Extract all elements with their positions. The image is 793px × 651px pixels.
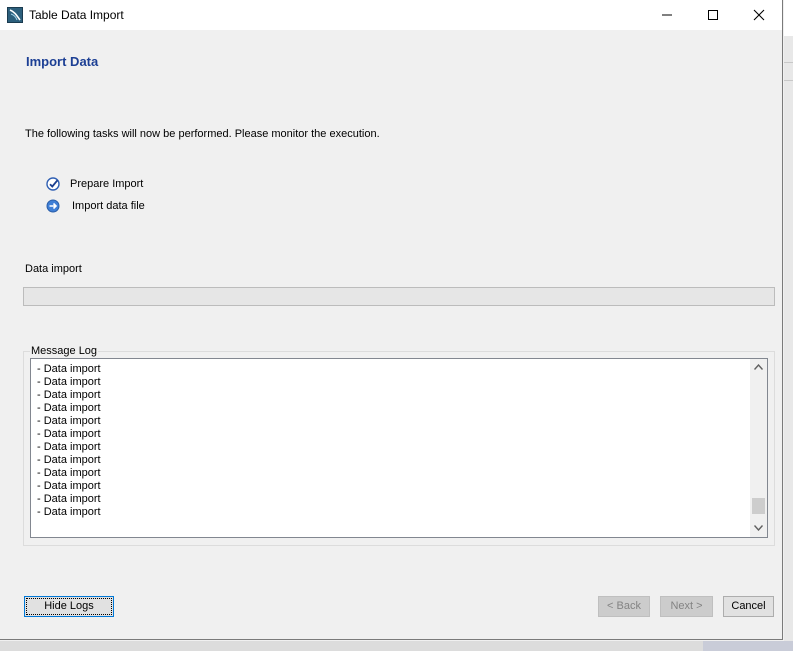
background-taskbar-edge	[0, 641, 793, 651]
log-line: - Data import	[37, 441, 101, 453]
log-line: - Data import	[37, 402, 101, 414]
page-description: The following tasks will now be performe…	[25, 128, 380, 140]
minimize-icon	[662, 14, 672, 16]
log-line: - Data import	[37, 467, 101, 479]
window-title: Table Data Import	[29, 8, 124, 22]
task-label: Prepare Import	[70, 178, 144, 190]
log-line: - Data import	[37, 428, 101, 440]
scroll-up-button[interactable]	[750, 359, 767, 376]
back-button[interactable]: < Back	[598, 596, 650, 617]
title-bar: Table Data Import	[0, 0, 782, 30]
chevron-up-icon	[754, 364, 763, 370]
hide-logs-button[interactable]: Hide Logs	[24, 596, 114, 617]
log-line: - Data import	[37, 493, 101, 505]
close-icon	[753, 9, 765, 21]
log-line: - Data import	[37, 363, 101, 375]
next-button[interactable]: Next >	[660, 596, 713, 617]
log-line: - Data import	[37, 389, 101, 401]
hide-logs-label: Hide Logs	[44, 600, 94, 612]
chevron-down-icon	[754, 525, 763, 531]
cancel-button[interactable]: Cancel	[723, 596, 774, 617]
data-import-progress-bar	[23, 287, 775, 306]
log-line: - Data import	[37, 376, 101, 388]
message-log-textbox[interactable]: - Data import - Data import - Data import -…	[30, 358, 768, 538]
log-line: - Data import	[37, 454, 101, 466]
mysql-workbench-icon	[7, 7, 23, 23]
maximize-button[interactable]	[690, 0, 736, 30]
close-button[interactable]	[736, 0, 782, 30]
log-line: - Data import	[37, 415, 101, 427]
arrow-right-icon	[46, 199, 60, 213]
scroll-down-button[interactable]	[750, 520, 767, 537]
scroll-thumb[interactable]	[752, 497, 765, 514]
maximize-icon	[708, 10, 718, 20]
task-label: Import data file	[72, 200, 145, 212]
message-log-label: Message Log	[30, 345, 99, 357]
background-window-edge	[784, 0, 793, 651]
log-line: - Data import	[37, 480, 101, 492]
check-icon	[46, 177, 60, 191]
page-title: Import Data	[26, 54, 99, 69]
table-data-import-dialog: Table Data Import Import Data The follow…	[0, 0, 783, 640]
message-log-lines: - Data import - Data import - Data import -…	[37, 363, 101, 519]
minimize-button[interactable]	[644, 0, 690, 30]
log-line: - Data import	[37, 506, 101, 518]
message-log-scrollbar[interactable]	[750, 359, 767, 537]
progress-label: Data import	[25, 263, 82, 275]
